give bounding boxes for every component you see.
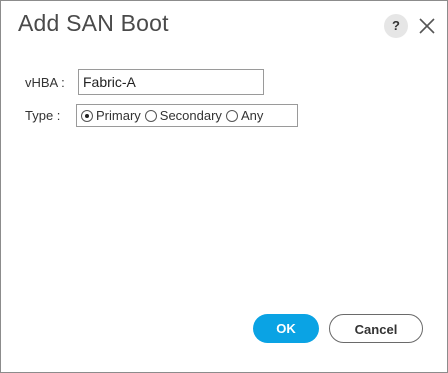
radio-primary[interactable] [81,109,93,122]
radio-any-label: Any [240,108,264,123]
help-icon[interactable]: ? [384,14,408,38]
add-san-boot-dialog: Add SAN Boot ? vHBA : Type : Primary Sec… [0,0,448,373]
vhba-label: vHBA : [25,75,65,90]
cancel-button[interactable]: Cancel [329,314,423,343]
type-option-secondary[interactable]: Secondary [144,108,222,123]
radio-primary-label: Primary [96,108,141,123]
type-label: Type : [25,108,61,123]
dialog-title: Add SAN Boot [18,10,169,36]
radio-any[interactable] [225,109,238,122]
type-option-any[interactable]: Any [225,108,264,123]
ok-button[interactable]: OK [253,314,319,343]
vhba-input[interactable] [78,69,264,95]
radio-secondary[interactable] [144,109,157,122]
close-icon[interactable] [415,14,439,38]
type-option-primary[interactable]: Primary [81,108,141,123]
radio-secondary-label: Secondary [159,108,222,123]
type-radio-group: Primary Secondary Any [76,104,298,127]
